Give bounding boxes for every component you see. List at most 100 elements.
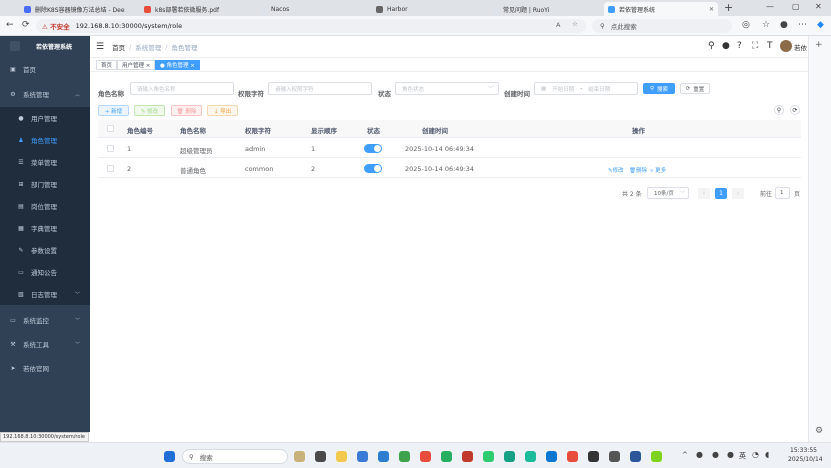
sidebar-item-notice[interactable]: ▭ 通知公告 [0,261,90,283]
favorite-star-icon[interactable]: ☆ [572,20,578,28]
app-icon[interactable] [651,451,662,462]
clock-date[interactable]: 2025/10/14 [788,456,823,463]
minimize-icon[interactable]: — [766,2,774,11]
page-size-select[interactable]: 10条/页 ﹀ [647,187,689,199]
windows-start-icon[interactable] [164,451,175,462]
add-sidebar-icon[interactable]: + [815,40,823,50]
browser-tab[interactable]: k8s部署若依微服务.pdf [140,2,252,16]
app-icon[interactable] [609,451,620,462]
more-icon[interactable]: ⋯ [798,20,807,30]
sidebar-logo[interactable]: 若依管理系统 [0,36,90,56]
close-window-icon[interactable]: ✕ [815,2,822,11]
status-switch[interactable] [364,164,382,173]
sidebar-item-menus[interactable]: ☰ 菜单管理 [0,151,90,173]
vscode-icon[interactable] [378,451,389,462]
fullscreen-icon[interactable]: ⛶ [752,41,758,51]
role-name-input[interactable]: 请输入角色名称 [130,82,234,95]
sidebar-item-depts[interactable]: ⊞ 部门管理 [0,173,90,195]
export-button[interactable]: ↓ 导出 [207,105,238,116]
status-select[interactable]: 角色状态 ﹀ [395,82,499,95]
username[interactable]: 若依 [794,42,807,52]
app-icon[interactable] [357,451,368,462]
reload-icon[interactable]: ⟳ [22,20,30,30]
role-key-input[interactable]: 请输入权限字符 [268,82,372,95]
close-tab-icon[interactable]: ✕ [709,6,714,13]
browser-tab[interactable]: 删除K8S容器镜像方法总结 - Dee [20,2,138,16]
sidebar-item-monitor[interactable]: ▭ 系统监控 ﹀ [0,309,90,331]
breadcrumb-home[interactable]: 首页 [112,42,125,52]
date-range-picker[interactable]: ▦ 开始日期 - 结束日期 [534,82,638,95]
toggle-search-icon[interactable]: ⚲ [774,105,784,115]
hamburger-icon[interactable]: ☰ [96,42,104,52]
more-link[interactable]: » 更多 [650,166,666,174]
tag-users[interactable]: 用户管理 × [117,60,156,70]
row-checkbox[interactable] [107,145,114,152]
browser-tab[interactable]: 常见问题 | RuoYi [488,2,600,16]
sidebar-item-config[interactable]: ✎ 参数设置 [0,239,90,261]
file-explorer-icon[interactable] [336,451,347,462]
edge-icon[interactable] [546,451,557,462]
page-number-button[interactable]: 1 [715,188,727,199]
input-language[interactable]: 英 [739,451,746,461]
refresh-icon[interactable]: ⟳ [790,105,800,115]
browser-search-field[interactable]: ⚲ 点此搜索 [592,19,732,33]
back-icon[interactable]: ← [6,20,14,30]
sidebar-item-website[interactable]: ➤ 若依官网 [0,357,90,379]
browser-tab-active[interactable]: 若依管理系统 ✕ [604,2,718,16]
app-icon[interactable] [420,451,431,462]
extensions-icon[interactable]: ◎ [742,20,750,30]
app-icon[interactable] [504,451,515,462]
url-field[interactable]: ⚠ 不安全 192.168.8.10:30000/system/role A ☆ [36,19,586,33]
volume-icon[interactable]: ◖ [765,450,769,459]
app-icon[interactable] [399,451,410,462]
add-button[interactable]: + 新增 [98,105,129,116]
app-icon[interactable] [588,451,599,462]
favorites-icon[interactable]: ☆ [762,20,770,30]
delete-button[interactable]: 🗑 删除 [171,105,202,116]
word-icon[interactable] [630,451,641,462]
next-page-button[interactable]: › [732,188,744,199]
chevron-up-icon[interactable]: ^ [682,451,688,459]
sidebar-item-system[interactable]: ⚙ 系统管理 ︿ [0,83,90,105]
prev-page-button[interactable]: ‹ [698,188,710,199]
sidebar-item-posts[interactable]: ▤ 岗位管理 [0,195,90,217]
app-icon[interactable] [441,451,452,462]
widgets-icon[interactable] [294,451,305,462]
taskbar-search[interactable]: ⚲ 搜索 [182,449,288,464]
copilot-icon[interactable]: ◆ [817,20,824,30]
goto-page-input[interactable]: 1 [775,187,790,199]
tag-roles[interactable]: ● 角色管理 × [155,60,200,70]
settings-gear-icon[interactable]: ⚙ [815,426,823,436]
app-tray-icon[interactable]: ● [712,450,719,459]
clock-time[interactable]: 15:33:55 [790,447,817,454]
edit-button[interactable]: ✎ 修改 [134,105,165,116]
edit-link[interactable]: ✎修改 [608,166,624,174]
sidebar-item-tools[interactable]: ⚒ 系统工具 ﹀ [0,333,90,355]
row-checkbox[interactable] [107,165,114,172]
app-icon[interactable] [462,451,473,462]
sidebar-item-users[interactable]: ● 用户管理 [0,107,90,129]
new-tab-icon[interactable]: + [724,1,733,14]
status-switch[interactable] [364,144,382,153]
task-view-icon[interactable] [315,451,326,462]
tag-home[interactable]: 首页 [96,60,118,70]
delete-link[interactable]: 🗑删除 [629,166,647,174]
wechat-icon[interactable] [483,451,494,462]
app-tray-icon[interactable]: ● [727,450,734,459]
reset-button[interactable]: ⟳ 重置 [680,83,710,94]
size-icon[interactable]: T [767,41,773,51]
sidebar-item-roles[interactable]: ♟ 角色管理 [0,129,90,151]
browser-tab[interactable]: Nacos [256,2,368,16]
avatar[interactable] [780,40,792,52]
github-icon[interactable]: ● [722,41,730,51]
wifi-icon[interactable]: ◔ [752,450,759,459]
app-icon[interactable] [567,451,578,462]
sidebar-item-dicts[interactable]: ▦ 字典管理 [0,217,90,239]
select-all-checkbox[interactable] [107,125,114,132]
read-aloud-icon[interactable]: A [556,21,560,29]
maximize-icon[interactable]: ▢ [792,2,800,11]
search-button[interactable]: ⚲ 搜索 [643,83,675,94]
browser-tab[interactable]: Harbor [372,2,484,16]
sidebar-item-home[interactable]: ▣ 首页 [0,58,90,80]
question-icon[interactable]: ? [737,41,742,51]
